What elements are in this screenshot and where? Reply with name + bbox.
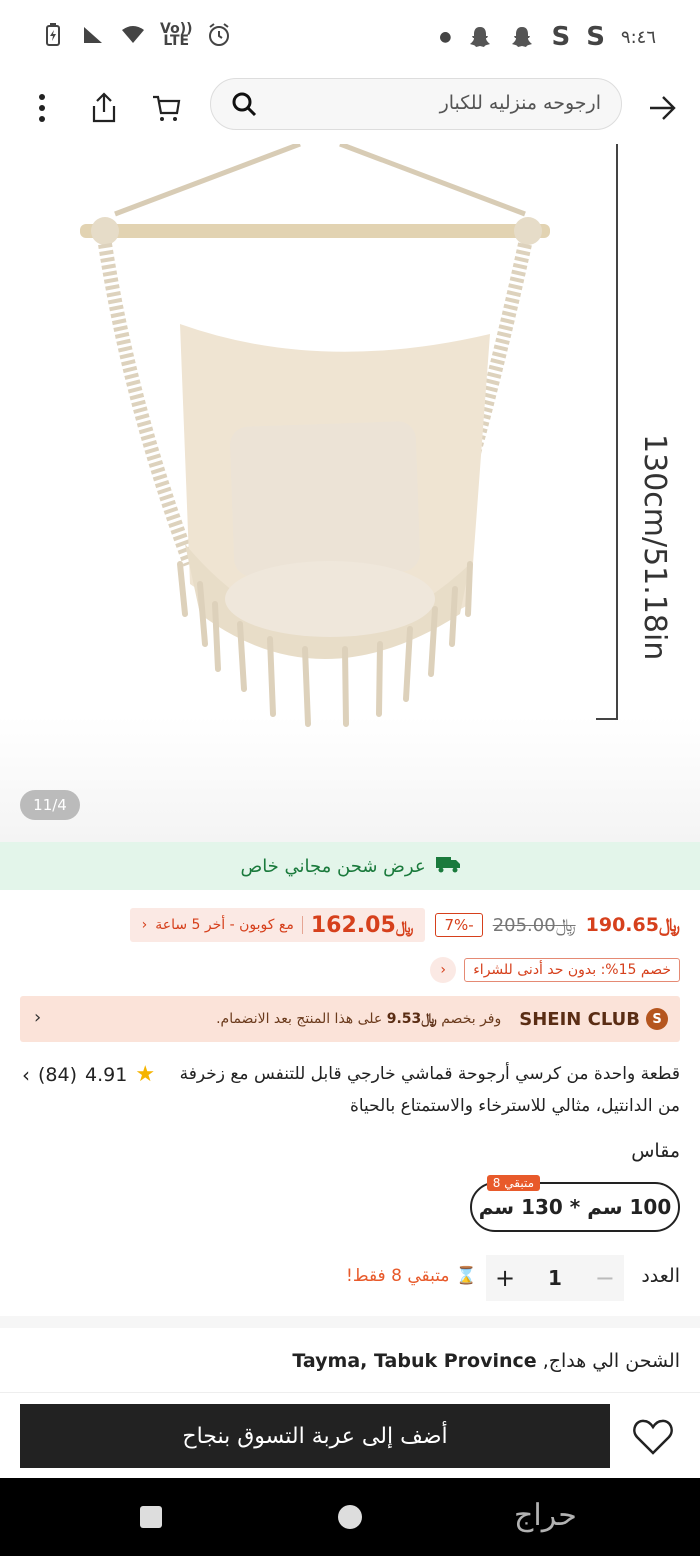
stock-remaining: ⌛ متبقي 8 فقط! — [346, 1266, 477, 1286]
share-icon[interactable] — [82, 86, 126, 130]
coupon-price-tag[interactable]: ﷼162.05 مع كوبون - أخر 5 ساعة ‹ — [129, 908, 426, 942]
free-shipping-text: عرض شحن مجاني خاص — [240, 855, 426, 877]
decrease-quantity-button[interactable]: − — [586, 1255, 624, 1301]
heart-icon[interactable] — [630, 1415, 676, 1459]
star-icon: ★ — [135, 1062, 156, 1087]
dimension-line — [616, 144, 618, 720]
chevron-left-icon: ‹ — [34, 1007, 42, 1028]
image-page-indicator: 11/4 — [20, 790, 80, 820]
status-icons-right: ● S S ٩:٤٦ — [439, 22, 656, 52]
more-menu-icon[interactable] — [20, 86, 64, 130]
snapchat-icon-2 — [509, 24, 535, 50]
home-button[interactable] — [338, 1505, 362, 1529]
free-shipping-banner: عرض شحن مجاني خاص — [0, 842, 700, 890]
search-query-text: ارجوحه منزليه للكبار — [439, 92, 601, 114]
signal-icon — [80, 22, 106, 48]
product-title: قطعة واحدة من كرسي أرجوحة قماشي خارجي قا… — [179, 1064, 680, 1116]
recent-apps-button[interactable] — [140, 1506, 162, 1528]
hammock-chair-image — [80, 144, 550, 727]
chevron-left-icon: ‹ — [141, 917, 148, 933]
status-icons-left: Vo)) LTE — [40, 22, 232, 48]
increase-quantity-button[interactable]: + — [486, 1255, 524, 1301]
section-divider — [0, 1316, 700, 1328]
quantity-label: العدد — [641, 1265, 680, 1287]
alarm-icon — [206, 22, 232, 48]
status-bar: Vo)) LTE ● S S ٩:٤٦ — [0, 0, 700, 72]
current-price: ﷼190.65 — [585, 914, 680, 936]
snapchat-icon — [467, 24, 493, 50]
product-image-gallery[interactable]: 130cm/51.18in 11/4 — [0, 144, 700, 842]
coupon-separator — [301, 916, 303, 934]
size-label: مقاس — [631, 1140, 680, 1162]
original-price: ﷼205.00 — [492, 914, 576, 936]
chevron-left-icon[interactable]: ‹ — [430, 957, 457, 983]
haraj-watermark: حراج — [514, 1498, 577, 1533]
shipping-destination[interactable]: الشحن الي هداج, Tayma, Tabuk Province — [292, 1350, 680, 1372]
cart-icon[interactable] — [144, 86, 188, 130]
rating-value: 4.91 — [85, 1063, 128, 1086]
back-arrow-icon[interactable] — [640, 86, 684, 130]
dimension-label: 130cm/51.18in — [637, 434, 672, 661]
truck-icon — [435, 855, 460, 878]
app-s-icon: S — [551, 22, 571, 52]
rating-summary[interactable]: ‹ (84) 4.91 ★ — [22, 1062, 155, 1087]
coupon-text: مع كوبون - أخر 5 ساعة — [155, 917, 294, 933]
discount-badge: -7% — [435, 913, 483, 937]
clock-time: ٩:٤٦ — [620, 26, 656, 48]
shein-club-s-icon: S — [646, 1008, 668, 1030]
system-nav-bar: حراج — [0, 1478, 700, 1556]
quantity-stepper: + 1 − — [486, 1255, 624, 1301]
dot-icon: ● — [439, 29, 452, 45]
extra-discount-tag: خصم 15%: بدون حد أدنى للشراء — [464, 958, 680, 982]
shein-club-text: وفر بخصم ﷼9.53 على هذا المنتج بعد الانضم… — [216, 1011, 502, 1027]
coupon-price: ﷼162.05 — [310, 912, 414, 938]
shein-club-banner[interactable]: S SHEIN CLUB وفر بخصم ﷼9.53 على هذا المن… — [20, 996, 680, 1042]
add-to-cart-button[interactable]: أضف إلى عربة التسوق بنجاح — [20, 1404, 610, 1468]
review-count: (84) — [38, 1063, 78, 1086]
extra-discount-row[interactable]: خصم 15%: بدون حد أدنى للشراء ‹ — [430, 955, 680, 985]
battery-icon — [40, 22, 66, 48]
bottom-action-bar: أضف إلى عربة التسوق بنجاح — [0, 1392, 700, 1478]
dimension-tick — [596, 718, 618, 720]
wifi-icon — [120, 22, 146, 48]
network-type-label: Vo)) LTE — [160, 21, 193, 49]
chevron-left-icon: ‹ — [22, 1062, 30, 1087]
price-row: ﷼190.65 ﷼205.00 -7% ﷼162.05 مع كوبون - أ… — [20, 905, 680, 945]
search-icon[interactable] — [231, 91, 257, 121]
top-bar: ارجوحه منزليه للكبار — [0, 72, 700, 144]
shein-club-logo: S SHEIN CLUB — [519, 1008, 668, 1030]
search-input[interactable]: ارجوحه منزليه للكبار — [210, 78, 622, 130]
stock-badge: متبقي 8 — [486, 1175, 540, 1191]
hourglass-icon: ⌛ — [455, 1266, 477, 1286]
app-s-icon-2: S — [586, 22, 605, 52]
quantity-value: 1 — [548, 1266, 562, 1290]
